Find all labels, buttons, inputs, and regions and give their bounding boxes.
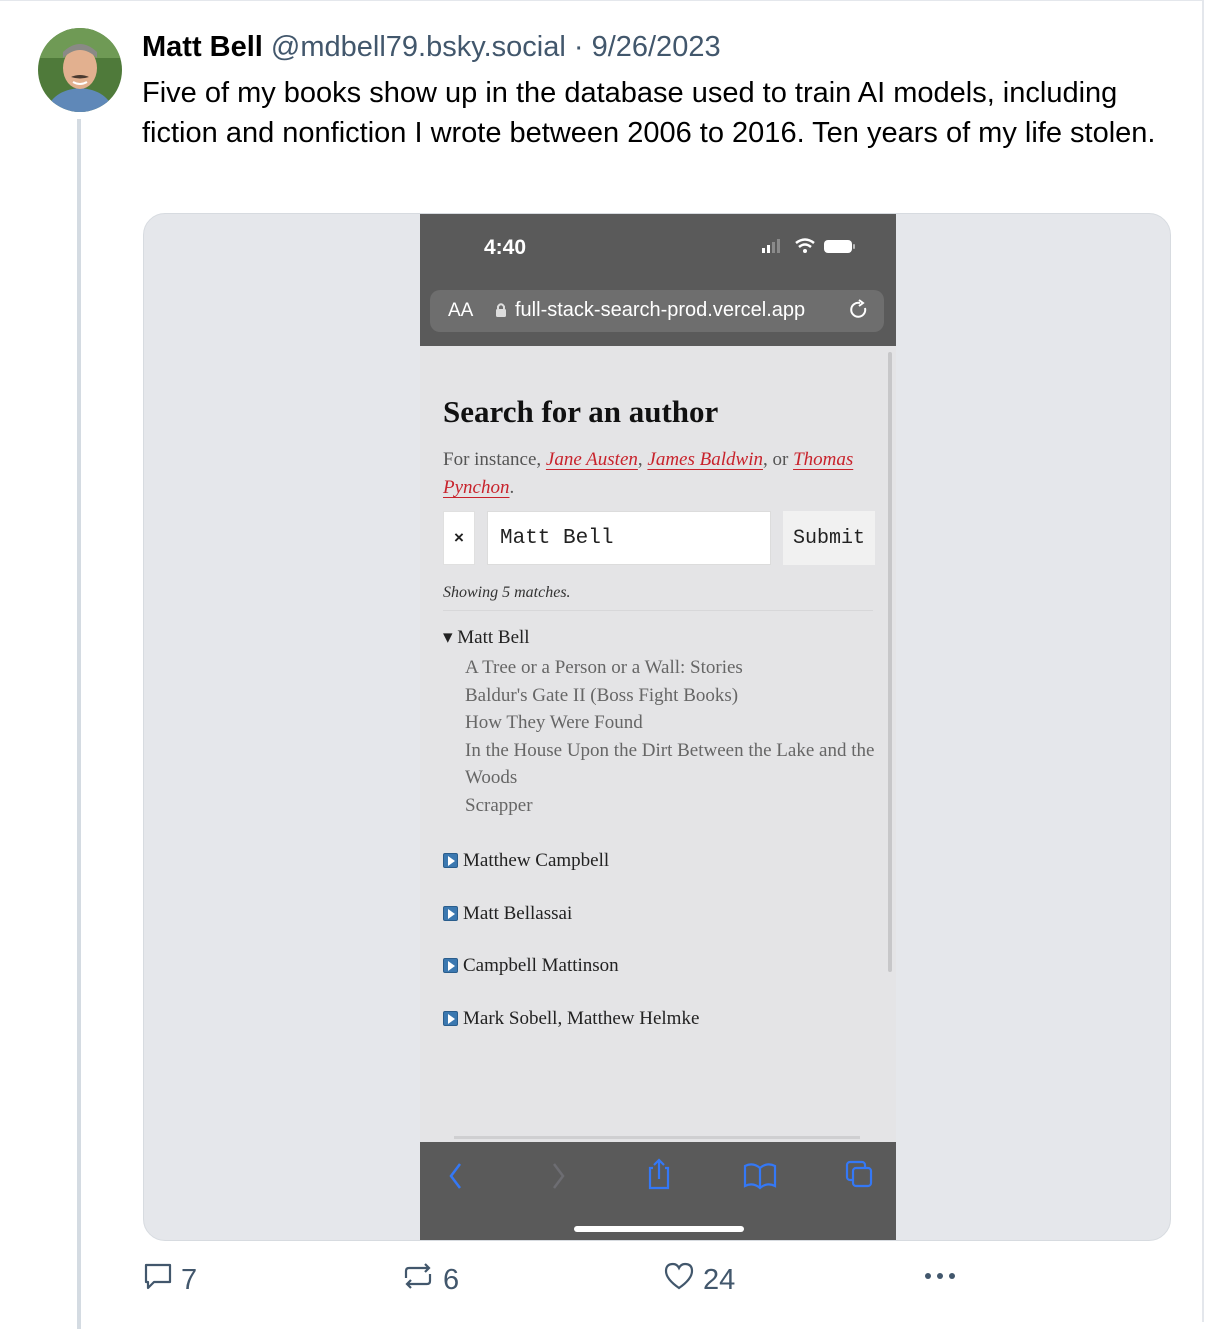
address-bar[interactable]: AA full-stack-search-prod.vercel.app bbox=[430, 290, 884, 332]
reader-aa-button[interactable]: AA bbox=[448, 300, 473, 322]
book-item: How They Were Found bbox=[465, 712, 643, 734]
like-button[interactable]: 24 bbox=[663, 1261, 735, 1299]
page-scrollbar[interactable] bbox=[888, 352, 892, 972]
author-name[interactable]: Matt Bell bbox=[142, 31, 263, 63]
reload-icon[interactable] bbox=[848, 299, 870, 326]
example-link-2[interactable]: James Baldwin bbox=[647, 449, 763, 470]
browser-top-bar: 4:40 AA full-stack-search-prod.vercel.ap… bbox=[420, 214, 896, 346]
result-matt-bell-expanded[interactable]: ▾ Matt Bell bbox=[443, 626, 530, 649]
share-icon bbox=[648, 1158, 670, 1190]
post-text: Five of my books show up in the database… bbox=[142, 77, 1156, 149]
instance-text: For instance, Jane Austen, James Baldwin… bbox=[443, 449, 854, 498]
post-card: Matt Bell @mdbell79.bsky.social · 9/26/2… bbox=[0, 0, 1206, 1329]
author-handle[interactable]: @mdbell79.bsky.social bbox=[271, 31, 566, 63]
heart-icon bbox=[663, 1261, 695, 1299]
status-time: 4:40 bbox=[484, 236, 527, 259]
status-icons bbox=[762, 238, 858, 261]
more-options-button[interactable] bbox=[922, 1261, 962, 1299]
like-count: 24 bbox=[703, 1263, 736, 1296]
book-item: In the House Upon the Dirt Between the L… bbox=[465, 739, 875, 789]
divider bbox=[443, 610, 873, 611]
match-count: Showing 5 matches. bbox=[443, 584, 571, 601]
repost-count: 6 bbox=[443, 1263, 460, 1296]
result-author: Matt Bellassai bbox=[463, 903, 573, 924]
search-input[interactable] bbox=[487, 511, 771, 565]
home-indicator bbox=[574, 1226, 744, 1232]
result-collapsed[interactable]: Matt Bellassai bbox=[443, 903, 572, 925]
url-text[interactable]: full-stack-search-prod.vercel.app bbox=[515, 299, 805, 322]
result-collapsed[interactable]: Campbell Mattinson bbox=[443, 955, 619, 977]
signal-icon bbox=[762, 239, 780, 253]
tabs-icon bbox=[845, 1160, 873, 1188]
expand-arrow-icon bbox=[443, 853, 458, 868]
reply-count: 7 bbox=[181, 1263, 198, 1296]
expand-arrow-icon bbox=[443, 958, 458, 973]
bookmarks-icon bbox=[743, 1163, 777, 1190]
post-date[interactable]: 9/26/2023 bbox=[592, 31, 721, 63]
browser-toolbar bbox=[420, 1142, 896, 1240]
book-item: A Tree or a Person or a Wall: Stories bbox=[465, 657, 743, 678]
lock-icon bbox=[495, 302, 507, 323]
post-header: Matt Bell @mdbell79.bsky.social · 9/26/2… bbox=[142, 29, 721, 65]
book-list: A Tree or a Person or a Wall: Stories Ba… bbox=[465, 654, 875, 820]
image-embed[interactable]: 4:40 AA full-stack-search-prod.vercel.ap… bbox=[143, 213, 1171, 1241]
example-link-1[interactable]: Jane Austen bbox=[546, 449, 638, 470]
expand-arrow-icon bbox=[443, 1011, 458, 1026]
result-collapsed[interactable]: Matthew Campbell bbox=[443, 850, 609, 872]
separator-dot: · bbox=[573, 31, 584, 63]
result-author: Campbell Mattinson bbox=[463, 955, 619, 976]
page-bottom-line bbox=[454, 1136, 860, 1139]
result-author: Matthew Campbell bbox=[463, 850, 610, 871]
repost-button[interactable]: 6 bbox=[401, 1261, 459, 1299]
expand-arrow-icon bbox=[443, 906, 458, 921]
back-icon bbox=[449, 1163, 461, 1189]
book-item: Baldur's Gate II (Boss Fight Books) bbox=[465, 684, 739, 706]
ellipsis-icon bbox=[922, 1261, 962, 1299]
repost-icon bbox=[401, 1261, 435, 1299]
forward-icon bbox=[553, 1163, 565, 1189]
reply-button[interactable]: 7 bbox=[143, 1261, 197, 1299]
battery-icon bbox=[824, 240, 855, 253]
wifi-icon bbox=[795, 238, 815, 253]
result-collapsed[interactable]: Mark Sobell, Matthew Helmke bbox=[443, 1008, 699, 1030]
clear-button[interactable]: × bbox=[443, 511, 475, 565]
result-author: Mark Sobell, Matthew Helmke bbox=[463, 1008, 700, 1029]
reply-icon bbox=[143, 1261, 173, 1299]
phone-screenshot: 4:40 AA full-stack-search-prod.vercel.ap… bbox=[420, 214, 896, 1240]
book-item: Scrapper bbox=[465, 794, 533, 816]
page-heading: Search for an author bbox=[443, 394, 719, 429]
or-word: or bbox=[772, 449, 789, 470]
thread-line bbox=[77, 119, 81, 1329]
post-actions: 7 6 24 bbox=[0, 1253, 1206, 1313]
avatar[interactable] bbox=[38, 28, 122, 112]
submit-button[interactable]: Submit bbox=[783, 511, 875, 565]
instance-prefix: For instance, bbox=[443, 449, 542, 470]
